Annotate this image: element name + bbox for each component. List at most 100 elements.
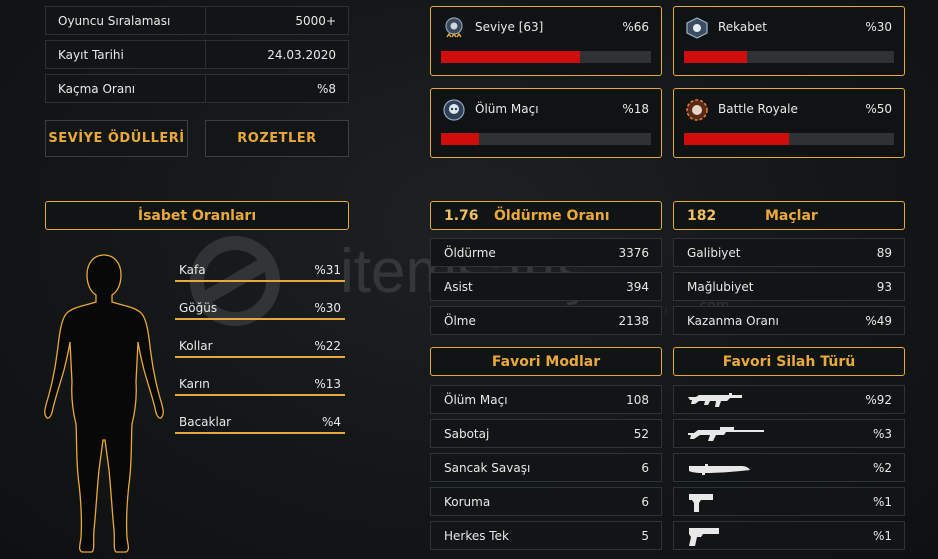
- mode-percent: %50: [865, 102, 892, 116]
- kill-ratio-value: 1.76: [444, 207, 479, 224]
- stat-row-wins: Galibiyet 89: [673, 238, 905, 267]
- level-badge-icon: [445, 17, 463, 38]
- mode-name: Ölüm Maçı: [475, 102, 539, 116]
- hit-area-value: %22: [314, 339, 341, 353]
- mode-label: Sancak Savaşı: [444, 460, 531, 475]
- mode-card-battle-royale: Battle Royale %50: [673, 88, 905, 158]
- weapon-percent: %92: [865, 392, 892, 407]
- mode-label: Herkes Tek: [444, 528, 509, 543]
- matches-title: Maçlar: [765, 207, 818, 224]
- favorite-mode-row: Herkes Tek 5: [430, 521, 662, 550]
- stat-value: 394: [626, 279, 649, 294]
- progress-bar: [441, 51, 651, 63]
- kill-ratio-title: Öldürme Oranı: [494, 207, 610, 224]
- stat-value: %49: [865, 313, 892, 328]
- progress-bar: [684, 133, 894, 145]
- weapon-percent: %1: [872, 494, 892, 509]
- weapon-row: %1: [673, 521, 905, 550]
- rank-row: Oyuncu Sıralaması 5000+: [45, 6, 349, 35]
- favorite-mode-row: Sabotaj 52: [430, 419, 662, 448]
- pistol-icon: [689, 527, 719, 546]
- mode-card-level: Seviye [63] %66: [430, 6, 662, 76]
- leave-rate-label: Kaçma Oranı: [46, 75, 206, 102]
- mode-card-deathmatch: Ölüm Maçı %18: [430, 88, 662, 158]
- register-date-label: Kayıt Tarihi: [46, 41, 206, 68]
- stat-label: Kazanma Oranı: [687, 313, 779, 328]
- stat-row-deaths: Ölme 2138: [430, 306, 662, 335]
- hit-area-label: Kafa: [179, 263, 206, 277]
- favorite-modes-header: Favori Modlar: [430, 347, 662, 376]
- mode-name: Battle Royale: [718, 102, 798, 116]
- level-rewards-button[interactable]: SEVİYE ÖDÜLLERİ: [45, 120, 188, 157]
- mode-card-competitive: Rekabet %30: [673, 6, 905, 76]
- leave-rate-row: Kaçma Oranı %8: [45, 74, 349, 103]
- badges-button[interactable]: ROZETLER: [205, 120, 349, 157]
- stat-row-losses: Mağlubiyet 93: [673, 272, 905, 301]
- mode-name: Seviye [63]: [475, 20, 544, 34]
- favorite-weapons-header: Favori Silah Türü: [673, 347, 905, 376]
- battle-royale-icon: [686, 99, 708, 121]
- favorite-mode-row: Koruma 6: [430, 487, 662, 516]
- stat-row-win-rate: Kazanma Oranı %49: [673, 306, 905, 335]
- progress-fill: [441, 133, 479, 145]
- mode-percent: %66: [622, 20, 649, 34]
- stat-value: 2138: [618, 313, 649, 328]
- weapon-percent: %1: [872, 528, 892, 543]
- favorite-mode-row: Sancak Savaşı 6: [430, 453, 662, 482]
- kill-ratio-header: 1.76 Öldürme Oranı: [430, 201, 662, 230]
- mode-percent: %18: [622, 102, 649, 116]
- weapon-row: %2: [673, 453, 905, 482]
- favorite-weapons-title: Favori Silah Türü: [722, 353, 856, 370]
- hit-area-head: Kafa %31: [175, 262, 345, 282]
- smg-icon: [689, 493, 713, 512]
- weapon-row: %92: [673, 385, 905, 414]
- stat-value: 3376: [618, 245, 649, 260]
- weapon-percent: %2: [872, 460, 892, 475]
- mode-percent: %30: [865, 20, 892, 34]
- accuracy-title: İsabet Oranları: [137, 207, 257, 224]
- stat-label: Öldürme: [444, 245, 496, 260]
- weapon-row: %3: [673, 419, 905, 448]
- mode-count: 6: [641, 460, 649, 475]
- rifle-icon: [688, 392, 742, 407]
- mode-count: 52: [633, 426, 649, 441]
- competitive-icon: [686, 17, 708, 39]
- progress-fill: [441, 51, 580, 63]
- register-date-value: 24.03.2020: [267, 47, 336, 62]
- stat-value: 93: [876, 279, 892, 294]
- mode-label: Sabotaj: [444, 426, 490, 441]
- knife-icon: [689, 463, 750, 475]
- leave-rate-value: %8: [316, 81, 336, 96]
- progress-fill: [684, 133, 789, 145]
- stat-label: Ölme: [444, 313, 476, 328]
- matches-count: 182: [687, 207, 717, 224]
- hit-area-label: Karın: [179, 377, 210, 391]
- hit-area-label: Kollar: [179, 339, 213, 353]
- skull-icon: [443, 99, 465, 121]
- rank-label: Oyuncu Sıralaması: [46, 7, 206, 34]
- mode-count: 108: [626, 392, 649, 407]
- hit-area-stomach: Karın %13: [175, 376, 345, 396]
- weapon-percent: %3: [872, 426, 892, 441]
- matches-header: 182 Maçlar: [673, 201, 905, 230]
- accuracy-header: İsabet Oranları: [45, 201, 349, 230]
- mode-name: Rekabet: [718, 20, 767, 34]
- body-silhouette-icon: [44, 254, 164, 553]
- hit-area-label: Bacaklar: [179, 415, 232, 429]
- hit-area-chest: Göğüs %30: [175, 300, 345, 320]
- register-date-row: Kayıt Tarihi 24.03.2020: [45, 40, 349, 69]
- favorite-mode-row: Ölüm Maçı 108: [430, 385, 662, 414]
- hit-area-label: Göğüs: [179, 301, 218, 315]
- hit-area-legs: Bacaklar %4: [175, 414, 345, 434]
- mode-count: 5: [641, 528, 649, 543]
- progress-fill: [684, 51, 747, 63]
- hit-area-value: %4: [321, 415, 341, 429]
- weapon-row: %1: [673, 487, 905, 516]
- hit-area-value: %30: [314, 301, 341, 315]
- hit-area-value: %31: [314, 263, 341, 277]
- progress-bar: [441, 133, 651, 145]
- mode-label: Koruma: [444, 494, 491, 509]
- stat-label: Galibiyet: [687, 245, 741, 260]
- stat-label: Asist: [444, 279, 473, 294]
- stat-row-assists: Asist 394: [430, 272, 662, 301]
